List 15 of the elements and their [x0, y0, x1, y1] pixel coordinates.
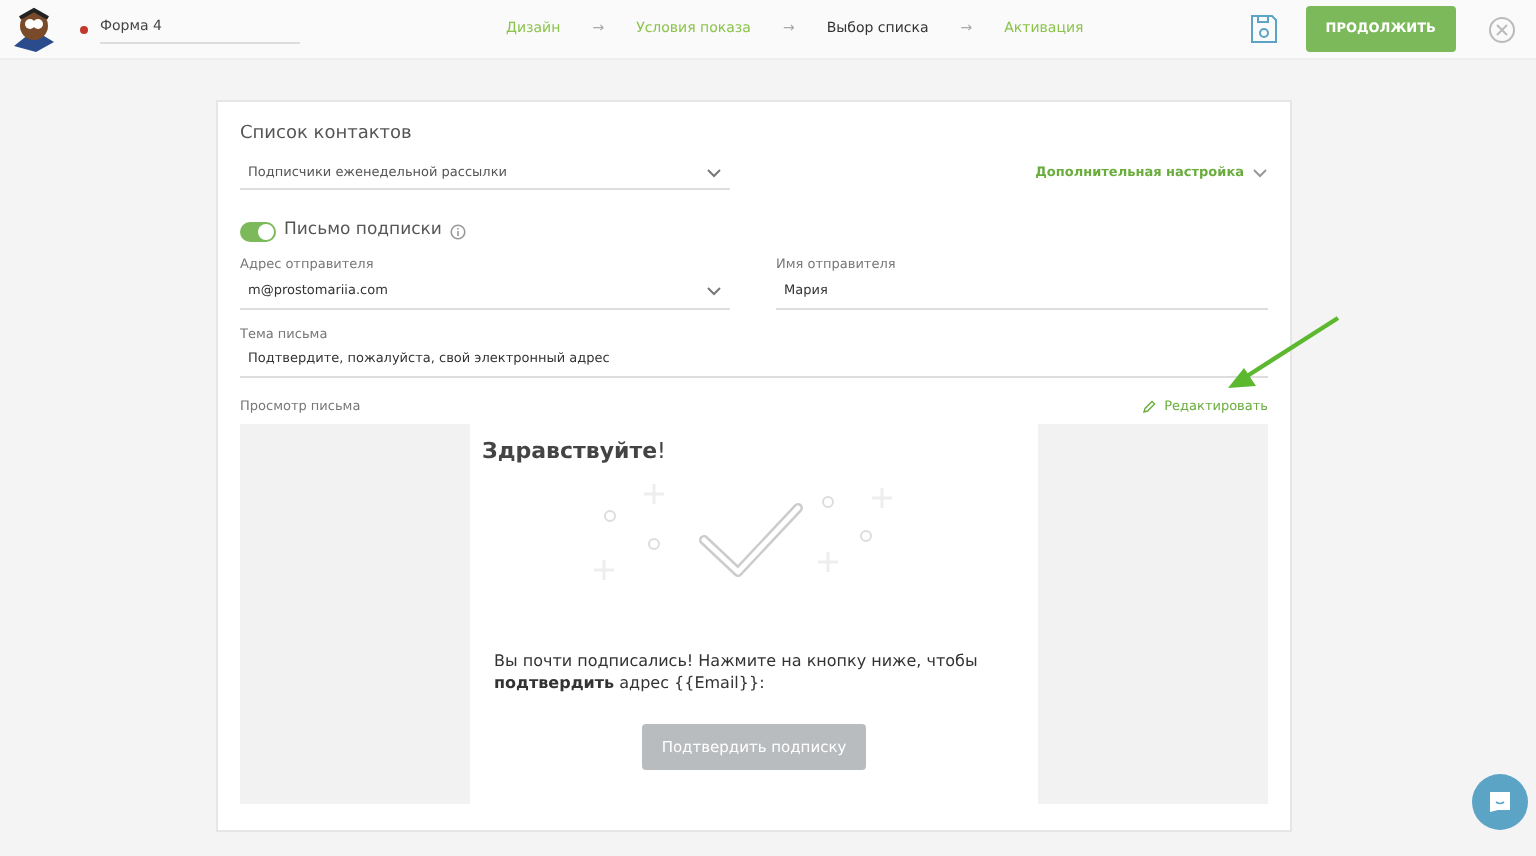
pencil-icon	[1142, 400, 1157, 415]
confirmation-message: Вы почти подписались! Нажмите на кнопку ниже, чтобы подтвердить адрес {{Email}}:	[494, 652, 980, 696]
section-title: Список контактов	[240, 122, 414, 148]
status-dot-icon	[80, 25, 88, 33]
close-icon[interactable]	[1488, 15, 1516, 43]
greeting-heading: Здравствуйте!	[482, 435, 668, 468]
chevron-down-icon	[706, 286, 722, 297]
chat-icon	[1488, 790, 1512, 814]
info-icon[interactable]	[449, 223, 466, 240]
toggle-label: Письмо подписки	[284, 218, 442, 244]
chat-button[interactable]	[1472, 774, 1528, 830]
chevron-down-icon	[706, 167, 722, 178]
toggle-switch[interactable]	[240, 221, 276, 242]
chevron-down-icon	[1252, 168, 1268, 179]
save-icon[interactable]	[1249, 14, 1278, 44]
